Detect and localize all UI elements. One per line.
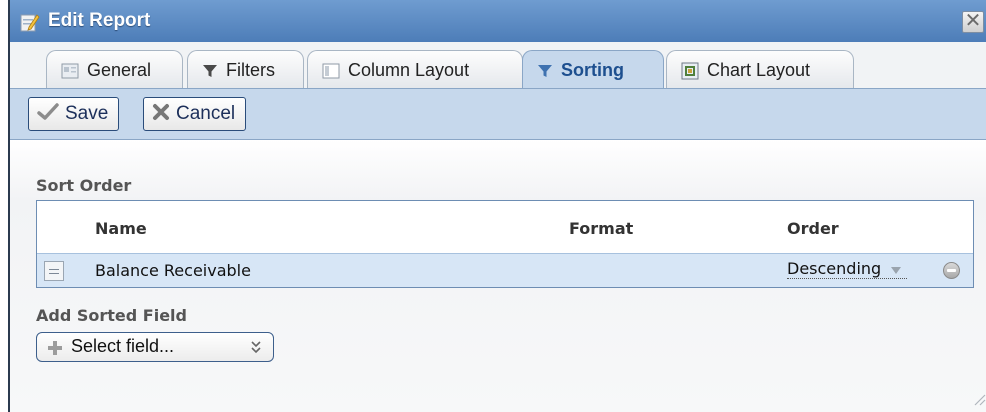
chart-icon bbox=[681, 62, 699, 80]
column-header-order: Order bbox=[787, 219, 839, 238]
tab-sorting-label: Sorting bbox=[561, 60, 624, 80]
tab-general-label: General bbox=[87, 60, 152, 80]
dropdown-arrow-icon bbox=[891, 267, 902, 274]
column-header-name: Name bbox=[95, 219, 147, 238]
add-sorted-field-label: Add Sorted Field bbox=[36, 306, 187, 325]
order-value: Descending bbox=[787, 259, 882, 278]
sort-order-label: Sort Order bbox=[36, 176, 132, 195]
resize-grip-icon[interactable] bbox=[970, 390, 986, 406]
cancel-button[interactable]: Cancel bbox=[143, 97, 247, 131]
cancel-label: Cancel bbox=[176, 103, 236, 124]
table-row[interactable]: Balance Receivable Descending bbox=[37, 253, 973, 287]
toolbar: Save Cancel bbox=[10, 88, 986, 140]
filter-icon bbox=[203, 65, 217, 78]
column-header-format: Format bbox=[569, 219, 634, 238]
filter-icon bbox=[538, 65, 552, 78]
select-field-value: Select field... bbox=[71, 336, 175, 356]
column-layout-icon bbox=[322, 63, 340, 79]
drag-handle-icon[interactable] bbox=[44, 261, 64, 281]
checkmark-icon bbox=[37, 103, 59, 121]
remove-icon[interactable] bbox=[943, 262, 960, 279]
tab-chart-layout-label: Chart Layout bbox=[707, 60, 811, 80]
tab-chart-layout[interactable]: Chart Layout bbox=[666, 50, 854, 88]
edit-report-icon bbox=[20, 14, 40, 32]
tab-filters[interactable]: Filters bbox=[187, 50, 304, 88]
select-field-dropdown[interactable]: Select field... bbox=[36, 332, 274, 362]
grid-header: Name Format Order bbox=[37, 201, 973, 253]
edit-report-dialog: Edit Report ✕ General Filters Column Lay… bbox=[8, 0, 986, 412]
order-dropdown[interactable]: Descending bbox=[787, 259, 908, 279]
close-icon: ✕ bbox=[964, 10, 982, 32]
close-button[interactable]: ✕ bbox=[962, 11, 984, 33]
dialog-titlebar[interactable]: Edit Report ✕ bbox=[10, 0, 986, 43]
save-label: Save bbox=[65, 103, 109, 124]
tab-sorting[interactable]: Sorting bbox=[522, 50, 664, 89]
tab-filters-label: Filters bbox=[226, 60, 275, 80]
general-icon bbox=[61, 63, 79, 79]
double-chevron-down-icon bbox=[251, 341, 261, 354]
tab-column-layout[interactable]: Column Layout bbox=[307, 50, 523, 88]
save-button[interactable]: Save bbox=[28, 97, 120, 131]
sort-order-grid: Name Format Order Balance Receivable Des… bbox=[36, 200, 974, 288]
tab-column-layout-label: Column Layout bbox=[348, 60, 470, 80]
cancel-x-icon bbox=[153, 104, 169, 121]
add-plus-icon bbox=[48, 341, 62, 355]
sorting-panel: Sort Order Name Format Order Balance Rec… bbox=[10, 140, 986, 412]
tab-general[interactable]: General bbox=[46, 50, 183, 88]
row-field-name: Balance Receivable bbox=[95, 261, 251, 280]
dialog-title: Edit Report bbox=[48, 10, 151, 31]
tab-strip: General Filters Column Layout Sorting Ch… bbox=[10, 42, 986, 89]
